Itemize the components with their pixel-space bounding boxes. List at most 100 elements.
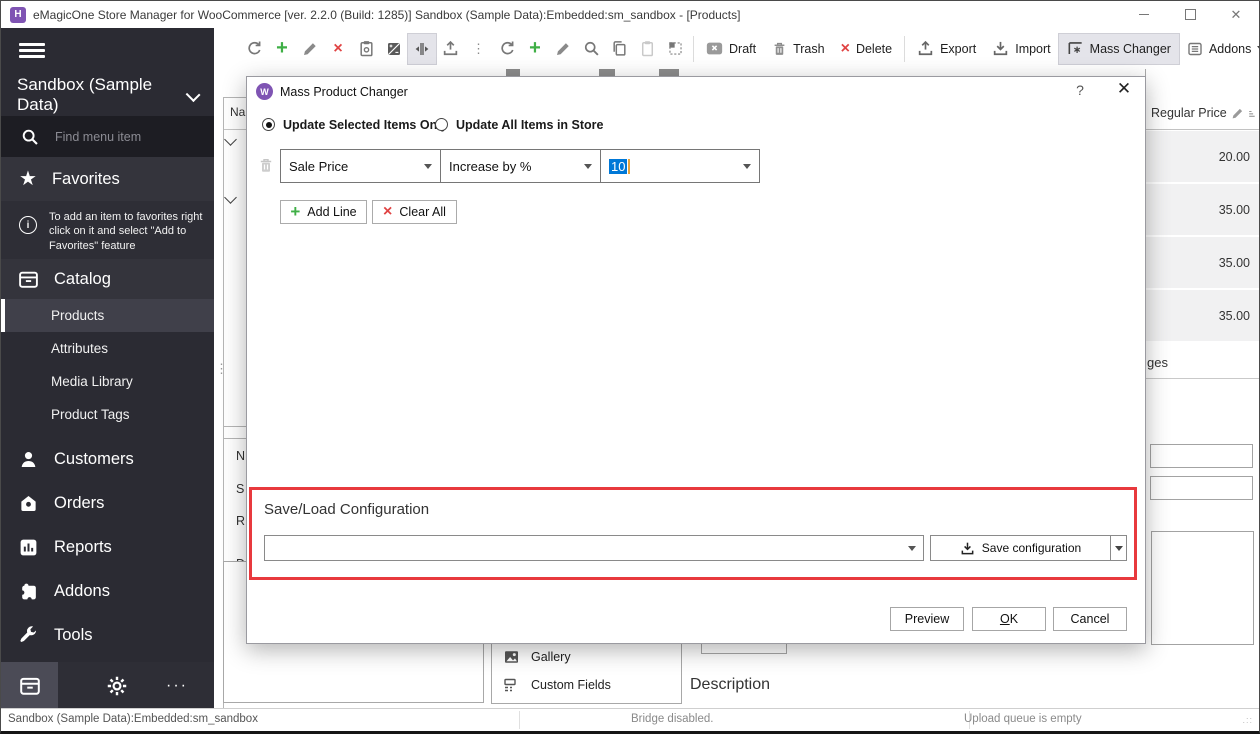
addons-button[interactable]: Addons: [1179, 34, 1260, 64]
sidebar-section-customers[interactable]: Customers: [1, 437, 214, 481]
menu-search-input[interactable]: [53, 129, 177, 145]
mass-product-changer-dialog: W Mass Product Changer ? ✕ Update Select…: [246, 76, 1146, 644]
grid-right-column: Regular Price 20.00 35.00 35.00 35.00 ge…: [1145, 69, 1259, 709]
chevron-down-icon: [908, 546, 916, 551]
draft-button[interactable]: Draft: [698, 34, 764, 64]
radio-update-all[interactable]: [435, 118, 448, 131]
add-line-button[interactable]: + Add Line: [280, 200, 367, 224]
field-dropdown[interactable]: Sale Price: [280, 149, 441, 183]
price-cell[interactable]: 20.00: [1146, 131, 1259, 182]
operation-dropdown[interactable]: Increase by %: [440, 149, 601, 183]
refresh-button[interactable]: [240, 34, 268, 64]
mass-changer-button[interactable]: Mass Changer: [1059, 34, 1179, 64]
maximize-button[interactable]: [1167, 1, 1213, 28]
ok-button[interactable]: OK: [972, 607, 1046, 631]
import-label: Import: [1015, 42, 1050, 56]
edit-button-2[interactable]: [549, 34, 577, 64]
trash-button[interactable]: Trash: [764, 34, 833, 64]
catalog-tab-button[interactable]: [1, 662, 58, 709]
store-selector[interactable]: Sandbox (Sample Data): [1, 73, 214, 116]
configuration-dropdown[interactable]: [264, 535, 924, 561]
import-button[interactable]: Import: [984, 34, 1058, 64]
info-icon: i: [19, 216, 37, 234]
pencil-icon: [1231, 107, 1244, 120]
price-cell[interactable]: 35.00: [1146, 290, 1259, 341]
product-tags-label: Product Tags: [51, 407, 130, 422]
save-configuration-dropdown-button[interactable]: [1110, 535, 1127, 561]
resize-grip[interactable]: .::: [1242, 715, 1253, 725]
price-cell[interactable]: 35.00: [1146, 184, 1259, 235]
export-button[interactable]: Export: [909, 34, 984, 64]
image-adjust-button[interactable]: [380, 34, 408, 64]
woocommerce-dialog-icon: W: [256, 83, 273, 100]
splitter-grip-icon[interactable]: ⋮: [215, 361, 228, 377]
cancel-label: Cancel: [1071, 612, 1110, 626]
close-button[interactable]: ✕: [1213, 1, 1259, 28]
window-controls: ✕: [1121, 1, 1259, 28]
sidebar-section-tools[interactable]: Tools: [1, 613, 214, 657]
toolbar-drag-handle[interactable]: ⋮: [472, 41, 485, 57]
form-textarea-fragment[interactable]: [1151, 531, 1254, 645]
hamburger-menu-button[interactable]: [1, 28, 214, 73]
search-button[interactable]: [577, 34, 605, 64]
sidebar-section-orders[interactable]: Orders: [1, 481, 214, 525]
clear-all-button[interactable]: × Clear All: [372, 200, 457, 224]
hidden-toolbar-fragment: [506, 69, 520, 76]
star-icon: ★: [19, 169, 37, 189]
sidebar-section-reports[interactable]: Reports: [1, 525, 214, 569]
cancel-button[interactable]: Cancel: [1053, 607, 1127, 631]
split-columns-button[interactable]: [408, 34, 436, 64]
preview-button[interactable]: Preview: [890, 607, 964, 631]
images-tab-fragment[interactable]: ges: [1147, 355, 1168, 370]
dialog-help-button[interactable]: ?: [1069, 82, 1091, 98]
price-cell[interactable]: 35.00: [1146, 237, 1259, 288]
name-column-header[interactable]: Na: [230, 105, 245, 119]
custom-fields-tab[interactable]: Custom Fields: [503, 677, 611, 693]
sidebar-section-favorites[interactable]: ★ Favorites: [1, 157, 214, 201]
preview-clipboard-button[interactable]: [352, 34, 380, 64]
products-grid-edge: [223, 97, 248, 439]
remove-line-button[interactable]: [258, 157, 274, 174]
titlebar: H eMagicOne Store Manager for WooCommerc…: [1, 1, 1259, 28]
form-input-fragment[interactable]: [1150, 444, 1253, 468]
split-columns-icon: [414, 41, 430, 57]
sidebar-item-attributes[interactable]: Attributes: [1, 332, 214, 365]
add-button-2[interactable]: +: [521, 34, 549, 64]
dialog-close-button[interactable]: ✕: [1111, 79, 1137, 99]
sidebar-item-products[interactable]: Products: [1, 299, 214, 332]
toolbar-separator: [904, 36, 905, 62]
orders-label: Orders: [54, 494, 104, 513]
paste-button[interactable]: [633, 34, 661, 64]
more-button[interactable]: ···: [166, 677, 188, 695]
sidebar-search[interactable]: [1, 116, 214, 157]
price-value: 20.00: [1219, 150, 1250, 164]
copy-button[interactable]: [605, 34, 633, 64]
refresh-button-2[interactable]: [493, 34, 521, 64]
hidden-toolbar-fragment: [599, 69, 615, 76]
gallery-tab[interactable]: Gallery: [503, 649, 571, 665]
import-icon: [992, 40, 1009, 57]
paste-special-button[interactable]: [661, 34, 689, 64]
delete-button[interactable]: × Delete: [833, 34, 900, 64]
image-adjust-icon: [386, 41, 402, 57]
sidebar-item-media-library[interactable]: Media Library: [1, 365, 214, 398]
sidebar-section-addons[interactable]: Addons: [1, 569, 214, 613]
delete-label: Delete: [856, 42, 892, 56]
sidebar-item-product-tags[interactable]: Product Tags: [1, 398, 214, 431]
amount-combobox[interactable]: 10: [600, 149, 760, 183]
add-button[interactable]: +: [268, 34, 296, 64]
minimize-button[interactable]: [1121, 1, 1167, 28]
radio-update-selected-label[interactable]: Update Selected Items Only: [283, 118, 448, 132]
settings-button[interactable]: [106, 675, 128, 697]
remove-button[interactable]: ×: [324, 34, 352, 64]
upload-button[interactable]: [436, 34, 464, 64]
sidebar-section-catalog[interactable]: Catalog: [1, 259, 214, 299]
description-heading: Description: [690, 676, 770, 694]
ok-label-rest: K: [1010, 612, 1018, 626]
form-input-fragment[interactable]: [1150, 476, 1253, 500]
save-configuration-button[interactable]: Save configuration: [930, 535, 1111, 561]
edit-button[interactable]: [296, 34, 324, 64]
radio-update-all-label[interactable]: Update All Items in Store: [456, 118, 603, 132]
radio-update-selected[interactable]: [262, 118, 275, 131]
regular-price-column-header[interactable]: Regular Price: [1146, 97, 1259, 130]
